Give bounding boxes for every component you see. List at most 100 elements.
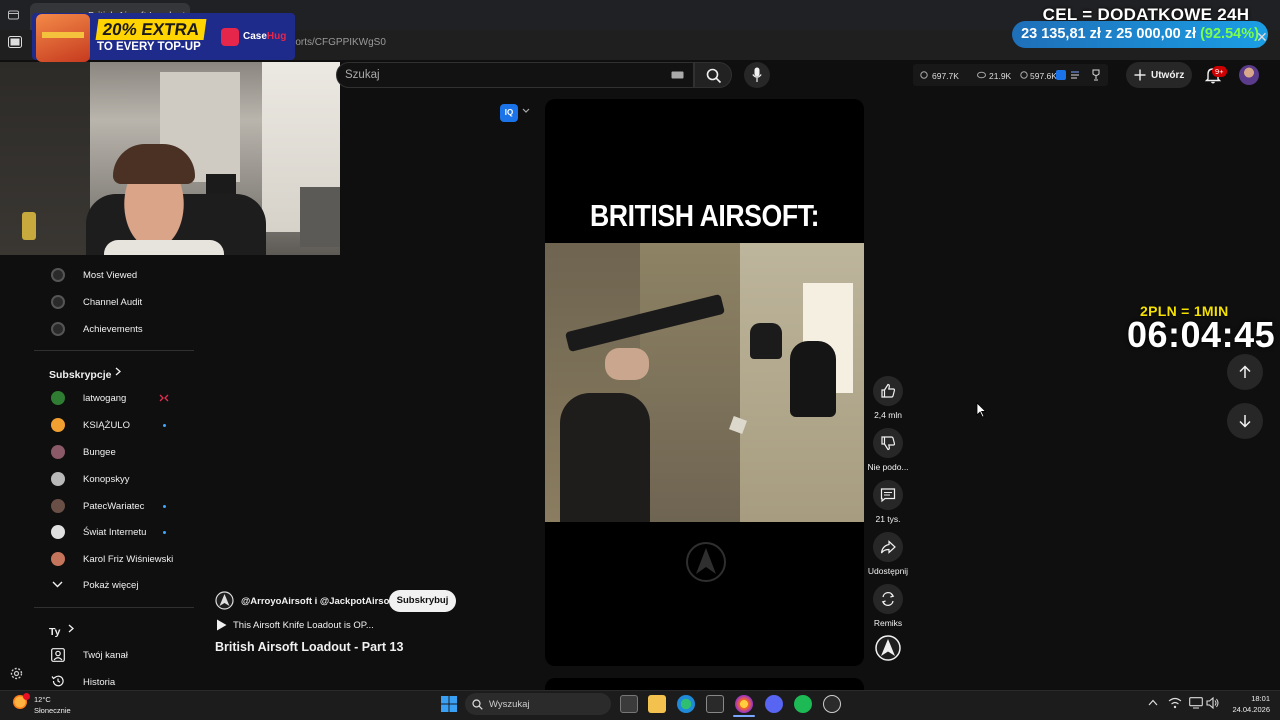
next-short-preview[interactable] xyxy=(545,678,864,690)
url-text[interactable]: /shorts/CFGPPIKWgS0 xyxy=(282,37,386,48)
sidebar-item-bungee[interactable]: Bungee xyxy=(34,439,194,465)
vidiq-icon xyxy=(51,268,65,282)
scene-player-crouching xyxy=(750,323,782,359)
task-view-icon[interactable] xyxy=(620,695,638,713)
goal-current: 23 135,81 zł xyxy=(1021,26,1101,42)
thumbs-down-icon xyxy=(881,436,896,451)
taskbar-search-input[interactable] xyxy=(465,693,611,715)
sidebar-item-your-channel[interactable]: Twój kanał xyxy=(34,642,194,668)
sponsor-logo-text: CaseHug xyxy=(243,31,286,42)
you-heading[interactable]: Ty xyxy=(49,622,60,640)
next-short-button[interactable] xyxy=(1227,403,1263,439)
tab-actions-icon[interactable] xyxy=(8,9,19,20)
views-icon xyxy=(920,71,928,79)
like-count: 2,4 mln xyxy=(874,410,902,420)
sponsor-subline: TO EVERY TOP-UP xyxy=(97,41,201,53)
steam-icon[interactable] xyxy=(823,695,841,713)
clock-date[interactable]: 24.04.2026 xyxy=(1222,705,1270,714)
volume-icon[interactable] xyxy=(1206,697,1219,709)
sidebar-item-label: Konopskyy xyxy=(83,474,130,485)
sidebar-item-latwogang[interactable]: latwogang xyxy=(34,385,194,411)
sidebar-item-label: Karol Friz Wiśniewski xyxy=(83,554,174,565)
network-icon[interactable] xyxy=(1168,697,1182,709)
subscribers-icon xyxy=(1020,71,1028,79)
related-video-link[interactable]: This Airsoft Knife Loadout is OP... xyxy=(233,620,374,631)
stat-subs: 597.6K xyxy=(1030,71,1057,81)
share-button[interactable] xyxy=(873,532,903,562)
live-icon xyxy=(159,394,169,402)
channel-avatar xyxy=(51,472,65,486)
vidiq-button[interactable]: IQ xyxy=(500,104,518,122)
active-app-indicator xyxy=(733,715,755,717)
weather-description[interactable]: Słonecznie xyxy=(34,706,71,715)
sidebar-item-label: Achievements xyxy=(83,324,143,335)
sidebar-item-label: PatecWariatec xyxy=(83,501,145,512)
vidiq-icon xyxy=(51,295,65,309)
sidebar-item-label: latwogang xyxy=(83,393,127,404)
plus-icon xyxy=(1134,69,1146,81)
channel-avatar[interactable] xyxy=(215,591,234,610)
goal-target: 25 000,00 zł xyxy=(1116,26,1197,42)
dislike-button[interactable] xyxy=(873,428,903,458)
channel-avatar xyxy=(51,499,65,513)
sidebar-item-patecwariatec[interactable]: PatecWariatec xyxy=(34,493,194,519)
gear-icon[interactable] xyxy=(10,667,23,680)
search-button[interactable] xyxy=(694,62,732,88)
spotify-icon[interactable] xyxy=(794,695,812,713)
chevron-down-icon[interactable] xyxy=(522,108,530,114)
dislike-label: Nie podo... xyxy=(867,462,909,472)
vidiq-icon[interactable] xyxy=(1056,70,1066,80)
sponsor-logo-prefix: Case xyxy=(243,31,267,42)
sidebar-item-history[interactable]: Historia xyxy=(34,669,194,690)
channel-avatar xyxy=(51,552,65,566)
windows-start-icon[interactable] xyxy=(441,696,457,712)
sidebar-item-channel-audit[interactable]: Channel Audit xyxy=(34,289,194,315)
file-explorer-icon[interactable] xyxy=(648,695,666,713)
share-label: Udostępnij xyxy=(867,566,909,576)
search-icon xyxy=(706,68,722,84)
channel-avatar xyxy=(51,525,65,539)
voice-search-button[interactable] xyxy=(744,62,770,88)
webcam-shirt xyxy=(104,240,224,255)
firefox-icon[interactable] xyxy=(735,695,753,713)
subscribe-button[interactable]: Subskrybuj xyxy=(389,590,456,612)
video-frame[interactable] xyxy=(545,243,864,522)
channel-name[interactable]: @ArroyoAirsoft i @JackpotAirsoft xyxy=(241,596,396,607)
webcam-feed xyxy=(0,62,340,255)
sidebar-item-konopskyy[interactable]: Konopskyy xyxy=(34,466,194,492)
keyboard-icon[interactable] xyxy=(671,71,684,79)
subscriptions-heading[interactable]: Subskrypcje xyxy=(49,365,111,383)
sidebar-toggle-icon[interactable] xyxy=(8,36,22,48)
store-icon[interactable] xyxy=(706,695,724,713)
arroyo-airsoft-logo-icon xyxy=(686,542,726,582)
webcam-dark-wall xyxy=(0,62,90,255)
sidebar-item-most-viewed[interactable]: Most Viewed xyxy=(34,262,194,288)
sidebar-item-ksiazulo[interactable]: KSIĄŻULO xyxy=(34,412,194,438)
create-button[interactable]: Utwórz xyxy=(1126,62,1192,88)
comments-button[interactable] xyxy=(873,480,903,510)
search-input[interactable] xyxy=(336,62,694,88)
sidebar-item-achievements[interactable]: Achievements xyxy=(34,316,194,342)
weather-temperature[interactable]: 12°C xyxy=(34,695,51,704)
you-heading-label: Ty xyxy=(49,626,61,638)
sidebar-divider xyxy=(34,350,194,351)
discord-icon[interactable] xyxy=(765,695,783,713)
chevron-up-icon[interactable] xyxy=(1148,699,1158,706)
avatar[interactable] xyxy=(1239,65,1259,85)
show-more-button[interactable]: Pokaż więcej xyxy=(34,572,194,598)
previous-short-button[interactable] xyxy=(1227,354,1263,390)
webcam-bottle xyxy=(22,212,36,240)
sidebar-item-swiat-internetu[interactable]: Świat Internetu xyxy=(34,519,194,545)
clock-time[interactable]: 18:01 xyxy=(1222,694,1270,703)
short-title[interactable]: British Airsoft Loadout - Part 13 xyxy=(215,640,403,654)
edge-browser-icon[interactable] xyxy=(677,695,695,713)
scene-corridor xyxy=(640,243,740,522)
sidebar-item-label: Channel Audit xyxy=(83,297,143,308)
thumbs-up-icon xyxy=(881,383,896,398)
remix-button[interactable] xyxy=(873,584,903,614)
casehug-logo-icon xyxy=(221,28,239,46)
display-icon[interactable] xyxy=(1189,697,1203,709)
sound-source-icon[interactable] xyxy=(874,634,902,662)
like-button[interactable] xyxy=(873,376,903,406)
sidebar-item-karol-friz[interactable]: Karol Friz Wiśniewski xyxy=(34,546,194,572)
